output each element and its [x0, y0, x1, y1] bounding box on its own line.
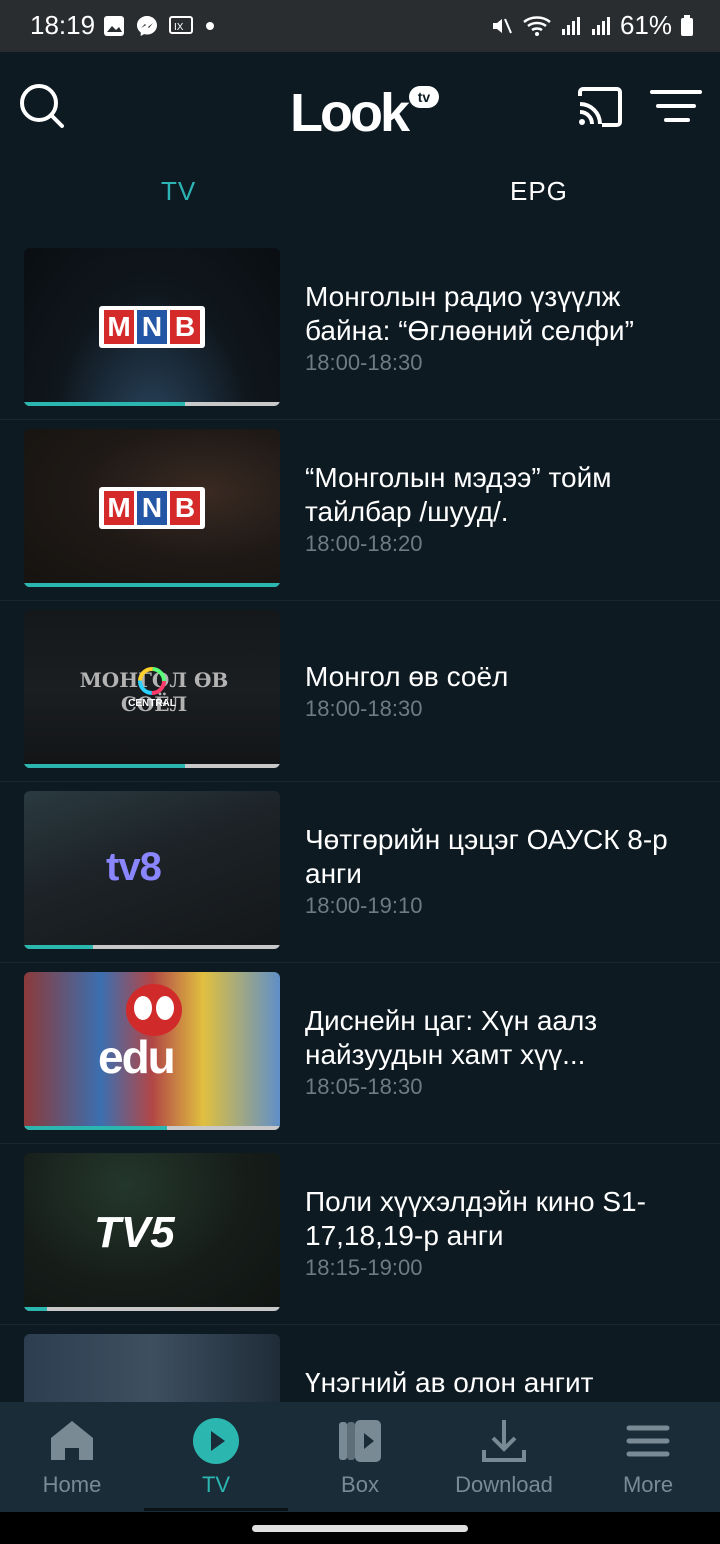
mnb-logo: MNB — [99, 306, 205, 348]
home-icon — [51, 1421, 93, 1460]
channel-thumbnail: MNB — [24, 248, 280, 406]
mnb-logo: MNB — [99, 487, 205, 529]
battery-level: 61% — [619, 10, 672, 40]
progress-fill — [24, 945, 94, 949]
central-logo-text: CENTRAL — [128, 698, 176, 709]
program-title: Монгол өв соёл — [305, 661, 509, 692]
status-time: 18:19 — [30, 10, 96, 40]
cast-icon[interactable] — [576, 86, 624, 128]
channel-thumbnail: TV5 — [24, 1153, 280, 1311]
search-icon[interactable] — [18, 82, 66, 130]
program-time: 18:05-18:30 — [305, 1074, 423, 1099]
nav-download-label: Download — [455, 1472, 553, 1497]
channel-row[interactable]: МОНГОЛ ӨВ СОЁЛ CENTRAL Монгол өв соёл 18… — [0, 600, 720, 782]
program-time: 18:00-19:10 — [305, 893, 423, 918]
program-time: 18:00-18:30 — [305, 350, 423, 375]
program-info: “Монголын мэдээ” тойм тайлбар /шууд/. 18… — [305, 461, 700, 557]
app-header: Look tv — [0, 52, 720, 162]
nav-box[interactable]: Box — [288, 1402, 432, 1512]
channel-row[interactable]: MNB Монголын радио үзүүлж байна: “Өглөөн… — [0, 238, 720, 420]
program-info: Монгол өв соёл 18:00-18:30 — [305, 660, 700, 722]
nav-tv[interactable]: TV — [144, 1402, 288, 1512]
nav-more[interactable]: More — [576, 1402, 720, 1512]
program-time: 18:15-19:00 — [305, 1255, 423, 1280]
nav-home[interactable]: Home — [0, 1402, 144, 1512]
dot-icon — [206, 22, 214, 30]
edu-logo: edu — [98, 1031, 176, 1083]
app-logo: Look tv — [290, 80, 439, 140]
progress-bar — [24, 1126, 280, 1130]
signal-icon — [591, 16, 610, 35]
program-info: Поли хүүхэлдэйн кино S1-17,18,19-р анги … — [305, 1185, 700, 1281]
notification-icons: IX — [103, 14, 215, 38]
nav-tv-label: TV — [201, 1472, 231, 1497]
program-title: Поли хүүхэлдэйн кино S1-17,18,19-р анги — [305, 1186, 646, 1251]
progress-bar — [24, 764, 280, 768]
program-title: Монголын радио үзүүлж байна: “Өглөөний с… — [305, 281, 634, 346]
channel-row[interactable]: TV5 Поли хүүхэлдэйн кино S1-17,18,19-р а… — [0, 1143, 720, 1325]
logo-badge: tv — [409, 86, 439, 108]
message-icon: IX — [169, 16, 193, 34]
mute-icon — [492, 18, 512, 33]
channel-list: MNB Монголын радио үзүүлж байна: “Өглөөн… — [0, 238, 720, 1402]
progress-bar — [24, 402, 280, 406]
status-bar: 18:19 IX 61% — [0, 0, 720, 52]
filter-icon[interactable] — [650, 88, 702, 128]
channel-row[interactable]: edu Диснейн цаг: Хүн аалз найзуудын хамт… — [0, 962, 720, 1144]
download-icon — [482, 1420, 526, 1462]
progress-fill — [24, 1126, 168, 1130]
channel-thumbnail — [24, 1334, 280, 1402]
menu-icon — [626, 1425, 670, 1457]
progress-bar — [24, 1307, 280, 1311]
svg-text:IX: IX — [174, 22, 184, 33]
program-title: “Монголын мэдээ” тойм тайлбар /шууд/. — [305, 462, 612, 527]
channel-thumbnail: МОНГОЛ ӨВ СОЁЛ CENTRAL — [24, 610, 280, 768]
gallery-icon — [104, 16, 124, 36]
progress-fill — [24, 402, 186, 406]
program-time: 18:00-18:20 — [305, 531, 423, 556]
progress-bar — [24, 945, 280, 949]
progress-fill — [24, 583, 280, 587]
tab-epg[interactable]: EPG — [510, 176, 568, 207]
system-gesture-area — [0, 1512, 720, 1544]
tab-tv[interactable]: TV — [161, 176, 196, 207]
program-info: Монголын радио үзүүлж байна: “Өглөөний с… — [305, 280, 700, 376]
program-title: Үнэгний ав олон ангит — [305, 1367, 594, 1398]
signal-icon — [561, 16, 580, 35]
battery-icon — [681, 14, 693, 36]
system-icons: 61% — [490, 10, 694, 41]
nav-more-label: More — [622, 1472, 674, 1497]
tab-bar: TV EPG — [0, 162, 720, 228]
program-time: 18:00-18:30 — [305, 696, 423, 721]
home-gesture-bar[interactable] — [252, 1525, 468, 1532]
box-icon — [339, 1420, 381, 1462]
program-title: Диснейн цаг: Хүн аалз найзуудын хамт хүү… — [305, 1005, 598, 1070]
program-info: Үнэгний ав олон ангит — [305, 1366, 700, 1400]
channel-row[interactable]: tv8 Чөтгөрийн цэцэг ОАУСК 8-р анги 18:00… — [0, 781, 720, 963]
channel-thumbnail: tv8 — [24, 791, 280, 949]
channel-thumbnail: MNB — [24, 429, 280, 587]
channel-row[interactable]: MNB “Монголын мэдээ” тойм тайлбар /шууд/… — [0, 419, 720, 601]
bottom-navigation: Home TV Box Download More — [0, 1402, 720, 1512]
progress-bar — [24, 583, 280, 587]
program-info: Диснейн цаг: Хүн аалз найзуудын хамт хүү… — [305, 1004, 700, 1100]
tv8-logo: tv8 — [106, 845, 162, 889]
program-info: Чөтгөрийн цэцэг ОАУСК 8-р анги 18:00-19:… — [305, 823, 700, 919]
wifi-icon — [523, 15, 551, 36]
tv5-logo: TV5 — [94, 1208, 175, 1257]
channel-row[interactable]: Үнэгний ав олон ангит — [0, 1324, 720, 1402]
program-title: Чөтгөрийн цэцэг ОАУСК 8-р анги — [305, 824, 668, 889]
active-tab-indicator — [144, 1508, 288, 1511]
nav-box-label: Box — [341, 1472, 379, 1497]
progress-fill — [24, 764, 186, 768]
progress-fill — [24, 1307, 48, 1311]
channel-thumbnail: edu — [24, 972, 280, 1130]
messenger-icon — [137, 16, 157, 36]
nav-home-label: Home — [42, 1472, 102, 1497]
nav-download[interactable]: Download — [432, 1402, 576, 1512]
central-logo-icon — [138, 667, 166, 695]
logo-text: Look — [290, 83, 410, 143]
play-circle-icon — [193, 1418, 239, 1464]
